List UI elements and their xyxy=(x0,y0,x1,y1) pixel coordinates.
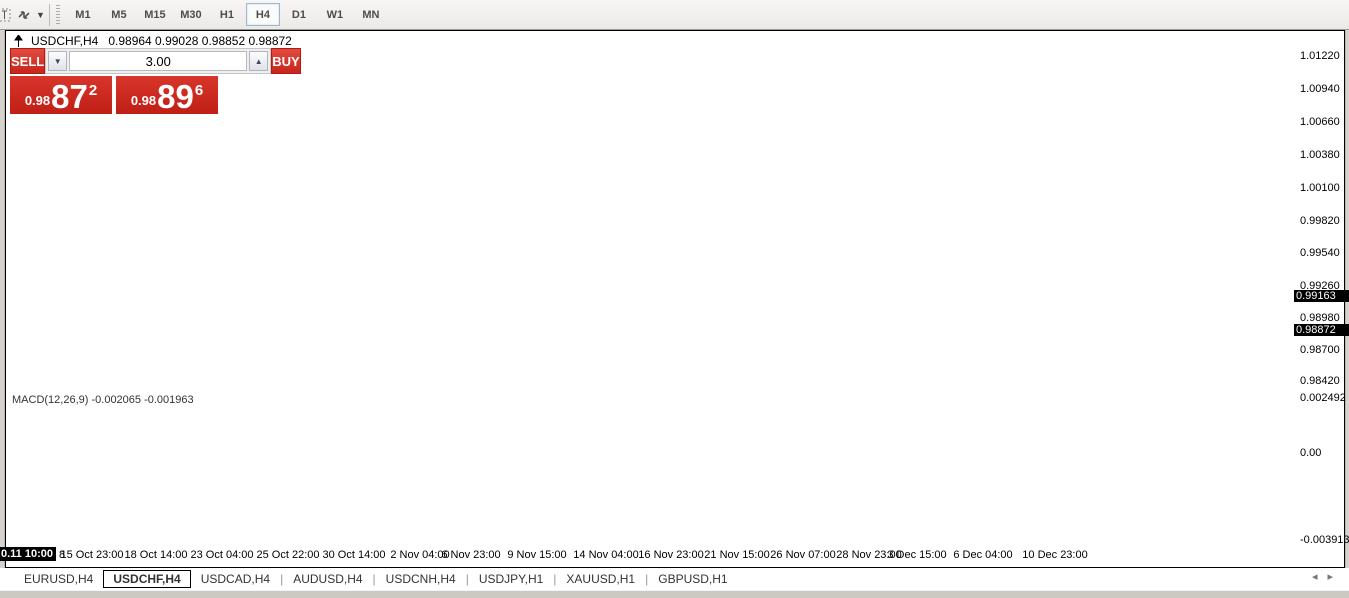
arrange-charts-icon[interactable] xyxy=(14,5,34,25)
tab-usdjpy[interactable]: USDJPY,H1 xyxy=(469,570,553,588)
buy-price-pips: 89 xyxy=(157,78,194,115)
time-tick-label: 15 Oct 23:00 xyxy=(60,549,124,561)
price-tick-label: 1.00100 xyxy=(1300,182,1340,194)
chart-shift-arrow-icon xyxy=(14,34,23,47)
volume-input[interactable] xyxy=(69,51,248,71)
price-tick-label: 1.01220 xyxy=(1300,50,1340,62)
timeframe-button-m15[interactable]: M15 xyxy=(138,3,172,26)
chart-title: USDCHF,H4 0.98964 0.99028 0.98852 0.9887… xyxy=(14,34,292,48)
time-tick-label: 26 Nov 07:00 xyxy=(770,549,836,561)
sell-price-point: 2 xyxy=(88,82,98,99)
dropdown-caret-icon[interactable]: ▼ xyxy=(36,10,45,20)
tab-gbpusd[interactable]: GBPUSD,H1 xyxy=(648,570,737,588)
tab-usdchf[interactable]: USDCHF,H4 xyxy=(103,570,191,588)
sell-price-big-figure: 0.98 xyxy=(24,93,51,108)
buy-price-point: 6 xyxy=(194,82,204,99)
symbol-period-label: USDCHF,H4 xyxy=(31,34,99,48)
time-tick-label: 30 Oct 14:00 xyxy=(322,549,386,561)
tab-scroll-left-icon: ◂ xyxy=(1311,571,1328,583)
macd-indicator-label: MACD(12,26,9) -0.002065 -0.001963 xyxy=(12,394,194,406)
buy-price-button[interactable]: 0.98 89 6 xyxy=(116,76,218,114)
ohlc-values: 0.98964 0.99028 0.98852 0.98872 xyxy=(108,34,292,48)
tab-usdcad[interactable]: USDCAD,H4 xyxy=(191,570,280,588)
timeframe-button-w1[interactable]: W1 xyxy=(318,3,352,26)
price-tick-label: 0.98980 xyxy=(1300,312,1340,324)
tab-xauusd[interactable]: XAUUSD,H1 xyxy=(556,570,645,588)
price-tick-label: 1.00940 xyxy=(1300,83,1340,95)
price-tick-label: 0.98420 xyxy=(1300,375,1340,387)
hline-price-label: 0.99163 xyxy=(1294,290,1349,302)
sell-button[interactable]: SELL xyxy=(10,48,46,74)
bid-price-label: 0.98872 xyxy=(1294,324,1349,336)
cursor-icon[interactable] xyxy=(0,5,14,25)
metatrader-window: { "window": { "title_symbol": "USDCHF,H4… xyxy=(0,0,1349,598)
time-tick-label: 16 Nov 23:00 xyxy=(638,549,704,561)
macd-current-values: -0.002065 -0.001963 xyxy=(91,394,194,406)
price-tick-label: 1.00380 xyxy=(1300,149,1340,161)
crosshair-time-label: 0.11 10:00 xyxy=(0,547,56,561)
macd-tick-label: -0.003913 xyxy=(1300,534,1349,546)
price-tick-label: 1.00660 xyxy=(1300,116,1340,128)
chart-tab-bar: EURUSD,H4 USDCHF,H4 USDCAD,H4 | AUDUSD,H4 | US… xyxy=(0,568,1349,590)
time-tick-label: 9 Nov 15:00 xyxy=(507,549,567,561)
volume-increase-button[interactable]: ▲ xyxy=(249,51,269,71)
macd-tick-label: 0.002492 xyxy=(1300,392,1346,404)
buy-price-big-figure: 0.98 xyxy=(130,93,157,108)
sell-price-pips: 87 xyxy=(51,78,88,115)
time-tick-label: 3 Dec 15:00 xyxy=(887,549,947,561)
timeframe-button-m1[interactable]: M1 xyxy=(66,3,100,26)
timeframe-button-m30[interactable]: M30 xyxy=(174,3,208,26)
one-click-trading-widget: SELL ▼ ▲ BUY 0.98 87 2 0.98 89 6 xyxy=(10,48,301,114)
top-toolbar: ▼ M1 M5 M15 M30 H1 H4 D1 W1 MN xyxy=(0,0,1349,30)
macd-name: MACD(12,26,9) xyxy=(12,394,89,406)
toolbar-grip-handle[interactable] xyxy=(55,4,60,25)
toolbar-separator xyxy=(48,3,50,26)
tab-scroll-right-icon: ▸ xyxy=(1327,571,1343,583)
timeframe-toolbar: M1 M5 M15 M30 H1 H4 D1 W1 MN xyxy=(65,3,389,26)
tab-scroll-arrows[interactable]: ◂▸ xyxy=(1312,570,1343,583)
status-strip xyxy=(0,590,1349,598)
time-tick-label: 14 Nov 04:00 xyxy=(573,549,639,561)
tab-usdcnh[interactable]: USDCNH,H4 xyxy=(376,570,466,588)
time-tick-label: 21 Nov 15:00 xyxy=(704,549,770,561)
time-tick-label: 18 Oct 14:00 xyxy=(124,549,188,561)
timeframe-button-mn[interactable]: MN xyxy=(354,3,388,26)
time-tick-label: 10 Dec 23:00 xyxy=(1022,549,1088,561)
time-tick-label: 6 Dec 04:00 xyxy=(953,549,1013,561)
sell-price-button[interactable]: 0.98 87 2 xyxy=(10,76,112,114)
timeframe-button-m5[interactable]: M5 xyxy=(102,3,136,26)
timeframe-button-d1[interactable]: D1 xyxy=(282,3,316,26)
price-tick-label: 0.98700 xyxy=(1300,344,1340,356)
tab-eurusd[interactable]: EURUSD,H4 xyxy=(14,570,103,588)
time-axis-partial-label: 8 xyxy=(59,549,66,561)
price-tick-label: 0.99540 xyxy=(1300,247,1340,259)
buy-button[interactable]: BUY xyxy=(271,48,301,74)
time-tick-label: 6 Nov 23:00 xyxy=(441,549,501,561)
time-tick-label: 23 Oct 04:00 xyxy=(190,549,254,561)
macd-tick-label: 0.00 xyxy=(1300,447,1322,459)
price-tick-label: 0.99820 xyxy=(1300,215,1340,227)
volume-stepper: ▼ ▲ xyxy=(45,48,272,74)
time-tick-label: 25 Oct 22:00 xyxy=(256,549,320,561)
tab-audusd[interactable]: AUDUSD,H4 xyxy=(283,570,372,588)
timeframe-button-h1[interactable]: H1 xyxy=(210,3,244,26)
timeframe-button-h4[interactable]: H4 xyxy=(245,3,280,26)
volume-decrease-button[interactable]: ▼ xyxy=(48,51,68,71)
